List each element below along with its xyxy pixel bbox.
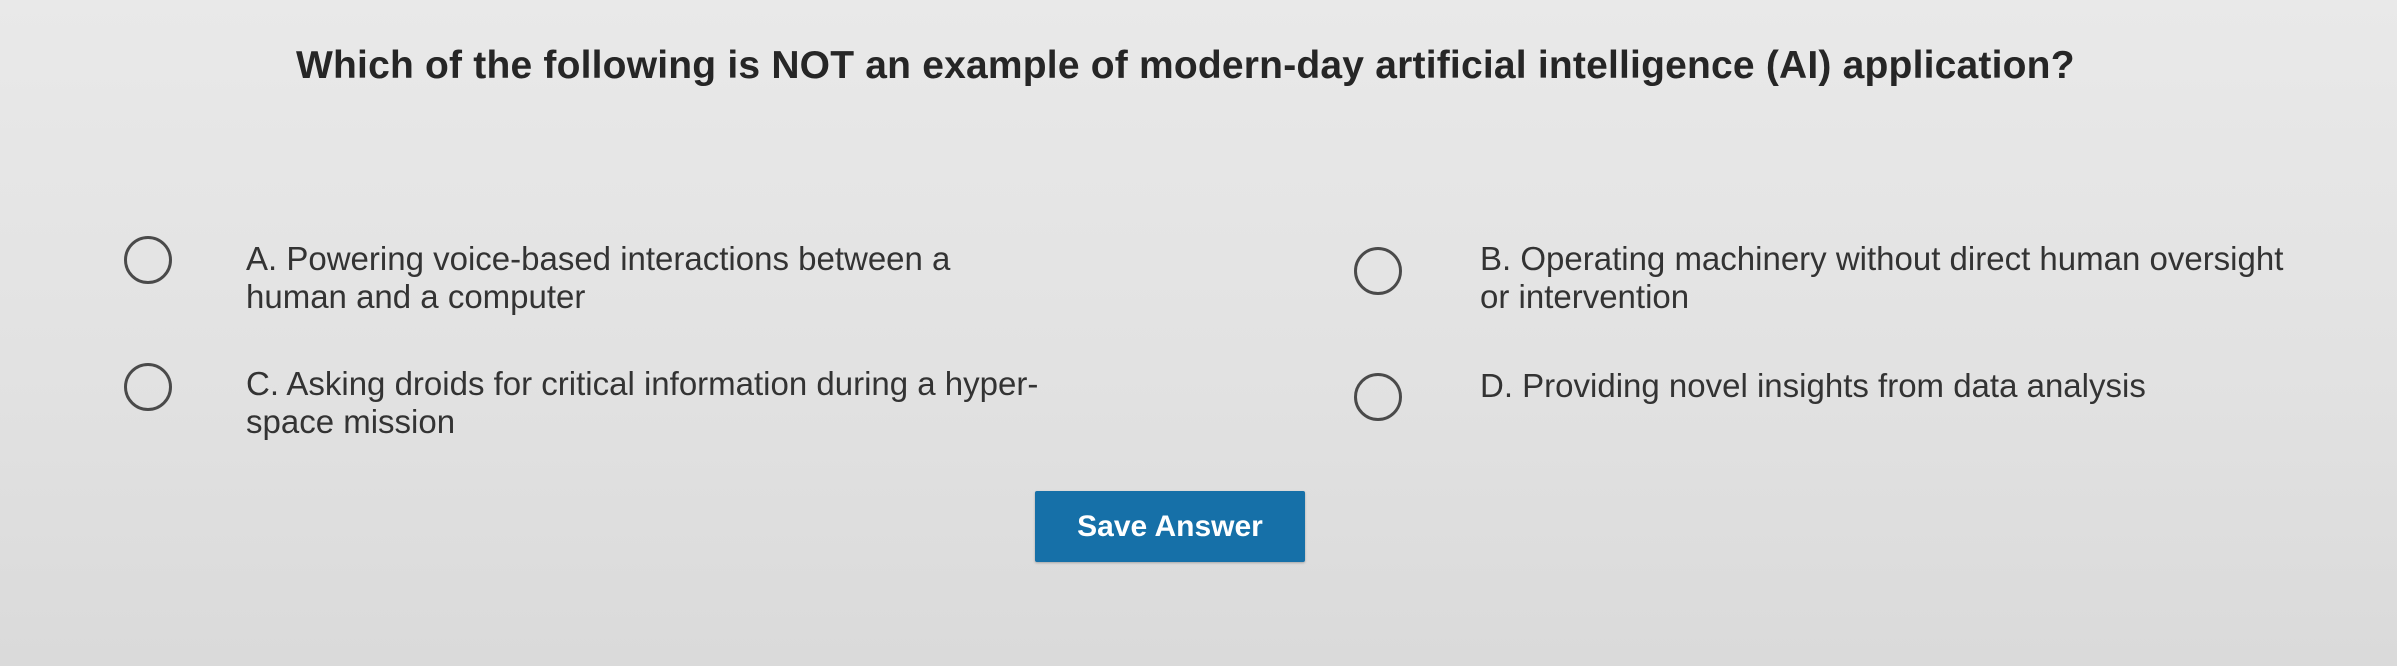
- radio-unselected-icon[interactable]: [124, 363, 172, 411]
- option-a-label: A. Powering voice-based interactions bet…: [246, 240, 951, 315]
- option-c-label: C. Asking droids for critical informatio…: [246, 365, 1039, 440]
- radio-unselected-icon[interactable]: [1354, 373, 1402, 421]
- radio-unselected-icon[interactable]: [124, 236, 172, 284]
- option-d-label: D. Providing novel insights from data an…: [1480, 367, 2146, 404]
- option-b-label: B. Operating machinery without direct hu…: [1480, 240, 2284, 315]
- radio-unselected-icon[interactable]: [1354, 247, 1402, 295]
- save-answer-button[interactable]: Save Answer: [1035, 491, 1305, 562]
- question-text: Which of the following is NOT an example…: [296, 44, 2075, 87]
